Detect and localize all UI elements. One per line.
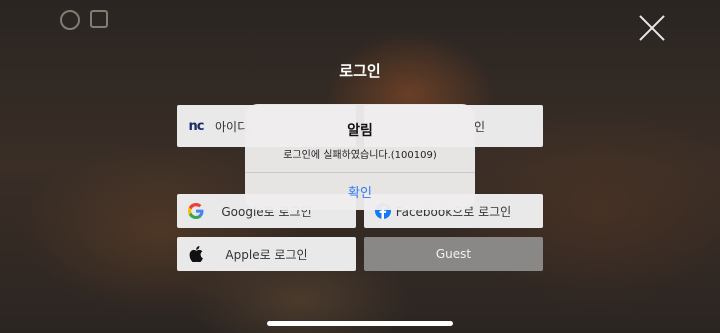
alert-title: 알림 <box>347 123 373 139</box>
publisher-logo-icon <box>60 10 80 30</box>
guest-login-button[interactable]: Guest <box>364 237 543 271</box>
alert-message: 로그인에 실패하였습니다.(100109) <box>283 150 437 161</box>
game-logo-icon <box>90 10 108 28</box>
confirm-button[interactable]: 확인 <box>245 173 475 210</box>
google-icon <box>187 201 205 221</box>
publisher-logos <box>60 10 108 30</box>
apple-login-label: Apple로 로그인 <box>225 247 308 262</box>
nc-icon: nc <box>188 118 205 134</box>
alert-dialog: 알림 로그인에 실패하였습니다.(100109) 확인 <box>245 104 475 210</box>
page-title: 로그인 <box>339 62 381 80</box>
apple-login-button[interactable]: Apple로 로그인 <box>177 237 356 271</box>
account-login-label: 인 <box>474 119 486 134</box>
close-icon[interactable] <box>638 14 666 42</box>
home-indicator[interactable] <box>267 321 453 326</box>
apple-icon <box>187 244 205 264</box>
guest-login-label: Guest <box>435 247 472 261</box>
